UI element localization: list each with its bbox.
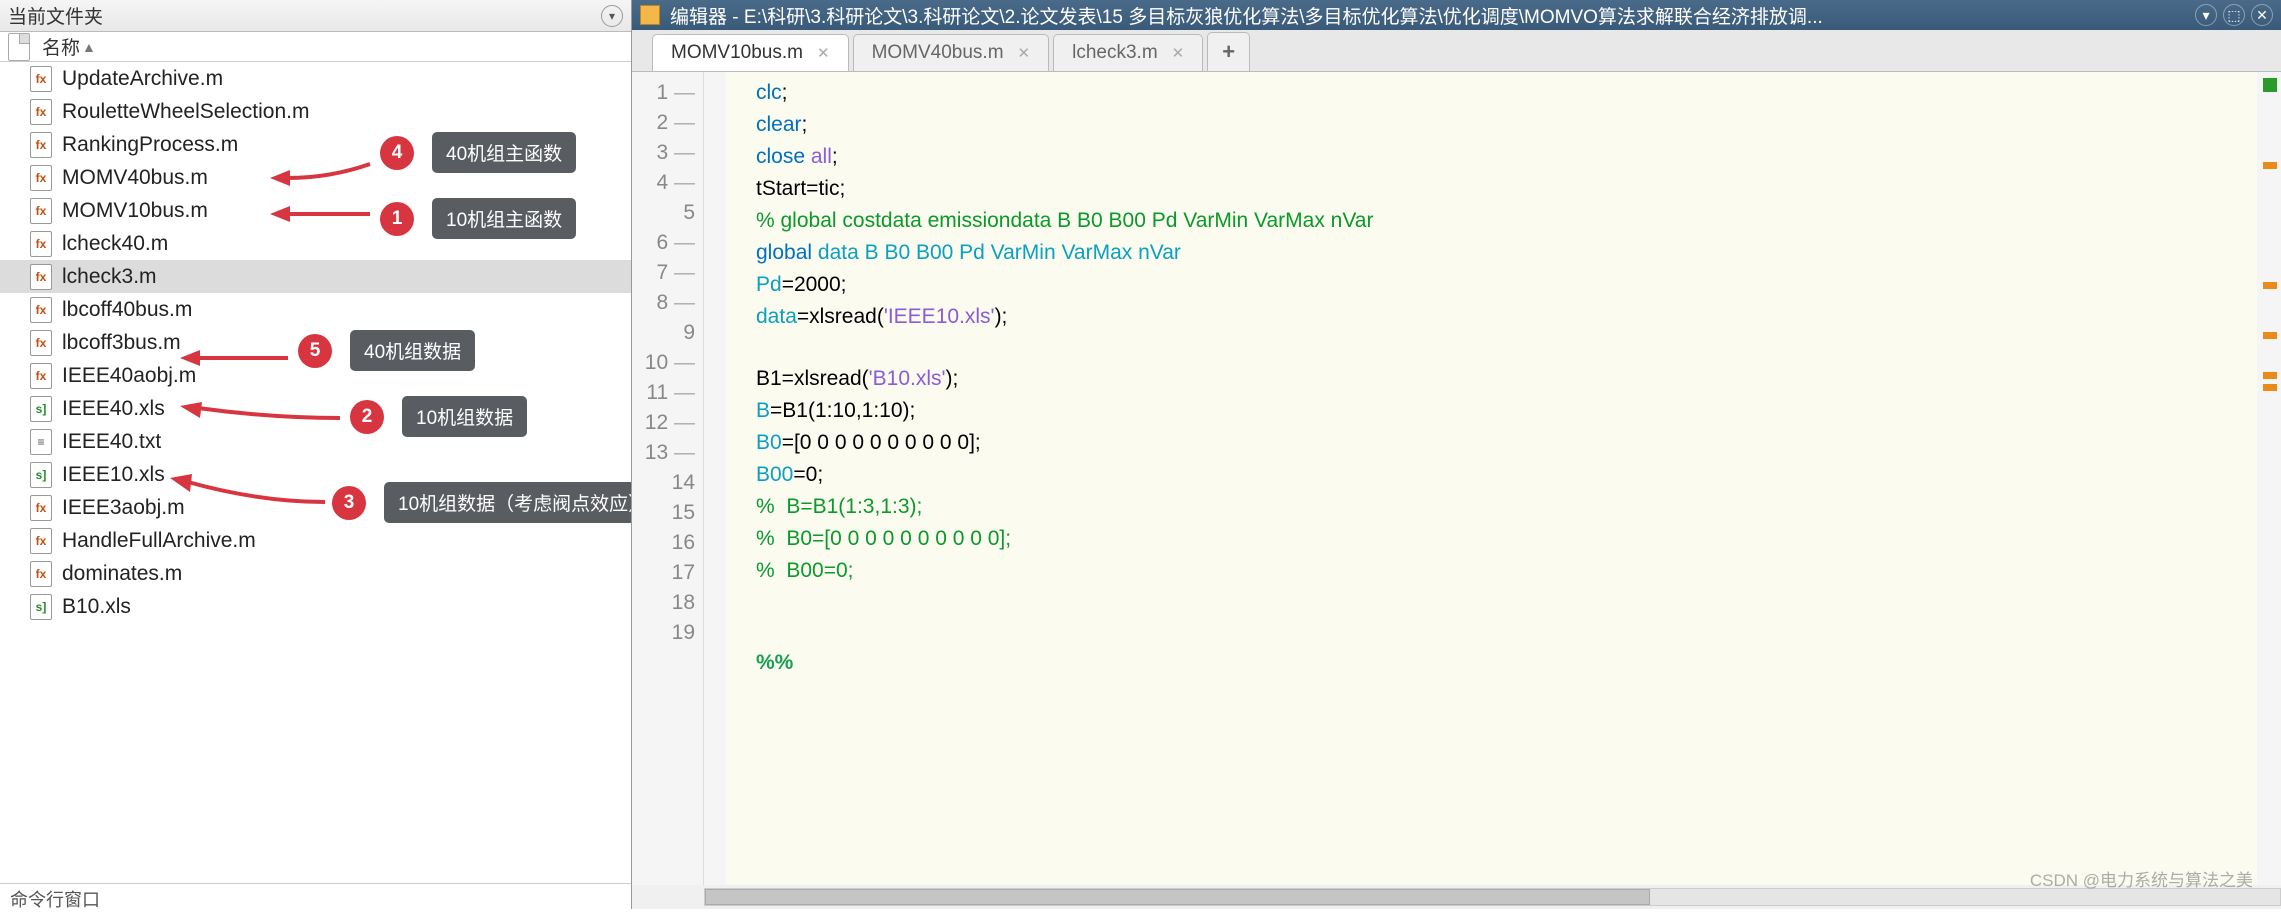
- file-row[interactable]: fx lcheck3.m: [0, 260, 631, 293]
- file-name: lcheck3.m: [62, 265, 157, 289]
- editor-titlebar: 编辑器 - E:\科研\3.科研论文\3.科研论文\2.论文发表\15 多目标灰…: [632, 0, 2281, 30]
- column-name-label: 名称: [42, 33, 80, 60]
- matlab-file-icon: fx: [30, 165, 52, 191]
- text-file-icon: ≡: [30, 429, 52, 455]
- file-name: IEEE3aobj.m: [62, 496, 185, 520]
- file-row[interactable]: s] B10.xls: [0, 590, 631, 623]
- file-name: IEEE10.xls: [62, 463, 165, 487]
- file-name: IEEE40.xls: [62, 397, 165, 421]
- file-name: MOMV40bus.m: [62, 166, 208, 190]
- code-minimap-bar[interactable]: [2257, 72, 2281, 885]
- add-tab-button[interactable]: +: [1207, 32, 1250, 71]
- folder-panel-header: 当前文件夹 ▾: [0, 0, 631, 32]
- folder-panel-title: 当前文件夹: [8, 2, 103, 29]
- matlab-file-icon: fx: [30, 198, 52, 224]
- close-icon[interactable]: ✕: [1172, 44, 1185, 62]
- matlab-file-icon: fx: [30, 495, 52, 521]
- file-name: UpdateArchive.m: [62, 67, 223, 91]
- tab-lcheck3[interactable]: lcheck3.m✕: [1053, 34, 1203, 71]
- file-name: lcheck40.m: [62, 232, 168, 256]
- matlab-file-icon: fx: [30, 264, 52, 290]
- matlab-file-icon: fx: [30, 231, 52, 257]
- annotation-5: 5 40机组数据: [298, 330, 475, 371]
- file-row[interactable]: fx HandleFullArchive.m: [0, 524, 631, 557]
- file-list: 4 40机组主函数 1 10机组主函数 5 40机组数据 2 10机组数据 3 …: [0, 62, 631, 883]
- editor-app-icon: [640, 5, 660, 25]
- file-name: RouletteWheelSelection.m: [62, 100, 309, 124]
- matlab-file-icon: fx: [30, 297, 52, 323]
- file-name: HandleFullArchive.m: [62, 529, 256, 553]
- editor-tabbar: MOMV10bus.m✕ MOMV40bus.m✕ lcheck3.m✕ +: [632, 30, 2281, 72]
- close-icon[interactable]: ✕: [1018, 44, 1031, 62]
- maximize-icon[interactable]: ⬚: [2223, 4, 2245, 26]
- file-name: MOMV10bus.m: [62, 199, 208, 223]
- excel-file-icon: s]: [30, 462, 52, 488]
- annotation-4: 4 40机组主函数: [380, 132, 576, 173]
- panel-menu-icon[interactable]: ▾: [601, 5, 623, 27]
- document-icon: [8, 33, 30, 61]
- file-row[interactable]: fx UpdateArchive.m: [0, 62, 631, 95]
- code-content[interactable]: clc; clear; close all; tStart=tic; % glo…: [726, 72, 2257, 885]
- close-icon[interactable]: ✕: [817, 44, 830, 62]
- matlab-file-icon: fx: [30, 561, 52, 587]
- file-row[interactable]: fx lbcoff40bus.m: [0, 293, 631, 326]
- annotation-2: 2 10机组数据: [350, 396, 527, 437]
- file-name: IEEE40aobj.m: [62, 364, 196, 388]
- dropdown-icon[interactable]: ▾: [2195, 4, 2217, 26]
- breakpoint-bar[interactable]: [704, 72, 726, 885]
- matlab-file-icon: fx: [30, 132, 52, 158]
- line-gutter: 12345678910111213141516171819: [632, 72, 704, 885]
- file-name: IEEE40.txt: [62, 430, 161, 454]
- matlab-file-icon: fx: [30, 330, 52, 356]
- tab-momv40bus[interactable]: MOMV40bus.m✕: [853, 34, 1050, 71]
- matlab-file-icon: fx: [30, 66, 52, 92]
- column-header[interactable]: 名称▲: [0, 32, 631, 62]
- excel-file-icon: s]: [30, 594, 52, 620]
- file-name: lbcoff40bus.m: [62, 298, 192, 322]
- file-row[interactable]: fx RouletteWheelSelection.m: [0, 95, 631, 128]
- file-name: lbcoff3bus.m: [62, 331, 181, 355]
- annotation-3: 3 10机组数据（考虑阀点效应）: [332, 482, 631, 523]
- watermark: CSDN @电力系统与算法之美: [2030, 866, 2253, 891]
- tab-momv10bus[interactable]: MOMV10bus.m✕: [652, 34, 849, 71]
- command-window-label[interactable]: 命令行窗口: [0, 883, 631, 909]
- file-name: RankingProcess.m: [62, 133, 238, 157]
- scroll-thumb[interactable]: [705, 889, 1650, 905]
- matlab-file-icon: fx: [30, 363, 52, 389]
- status-ok-icon: [2263, 78, 2277, 92]
- close-icon[interactable]: ✕: [2251, 4, 2273, 26]
- matlab-file-icon: fx: [30, 99, 52, 125]
- editor-area[interactable]: 12345678910111213141516171819 clc; clear…: [632, 72, 2281, 885]
- file-name: B10.xls: [62, 595, 131, 619]
- file-row[interactable]: fx dominates.m: [0, 557, 631, 590]
- file-name: dominates.m: [62, 562, 182, 586]
- matlab-file-icon: fx: [30, 528, 52, 554]
- annotation-1: 1 10机组主函数: [380, 198, 576, 239]
- excel-file-icon: s]: [30, 396, 52, 422]
